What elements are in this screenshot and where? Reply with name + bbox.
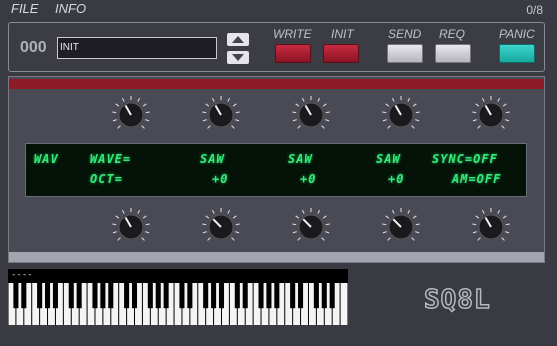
- knob-icon: [292, 208, 330, 241]
- knob-icon: [202, 96, 240, 129]
- knob-bottom-2[interactable]: [201, 207, 241, 247]
- req-label: REQ: [439, 27, 466, 41]
- patch-up-button[interactable]: [227, 33, 249, 46]
- patch-name-field[interactable]: INIT: [57, 37, 217, 59]
- init-label: INIT: [331, 27, 354, 41]
- panel-bottom-bar: [9, 252, 544, 262]
- white-key[interactable]: [340, 283, 348, 325]
- keyboard-status: ----: [8, 269, 348, 283]
- black-key[interactable]: [52, 283, 58, 309]
- knob-icon: [112, 96, 150, 129]
- panic-button[interactable]: [499, 44, 535, 63]
- lcd-oct-3: +0: [388, 172, 405, 186]
- black-key[interactable]: [258, 283, 264, 309]
- black-key[interactable]: [37, 283, 43, 309]
- black-key[interactable]: [290, 283, 296, 309]
- black-key[interactable]: [321, 283, 327, 309]
- black-key[interactable]: [218, 283, 225, 309]
- lcd-oct-label: OCT=: [90, 172, 123, 186]
- lcd-oct-2: +0: [300, 172, 317, 186]
- knob-icon: [202, 208, 240, 241]
- knob-top-2[interactable]: [201, 95, 241, 135]
- req-button[interactable]: [435, 44, 471, 63]
- patch-down-button[interactable]: [227, 51, 249, 64]
- knob-top-4[interactable]: [381, 95, 421, 135]
- black-key[interactable]: [179, 283, 185, 309]
- black-key[interactable]: [234, 283, 240, 309]
- send-label: SEND: [388, 27, 422, 41]
- lcd-wave-label: WAVE=: [90, 152, 132, 166]
- black-key[interactable]: [203, 283, 209, 309]
- black-key[interactable]: [45, 283, 51, 309]
- black-key[interactable]: [211, 283, 217, 309]
- page-indicator: 0/8: [526, 3, 543, 17]
- knob-top-3[interactable]: [291, 95, 331, 135]
- arrow-up-icon: [232, 36, 244, 43]
- knob-icon: [472, 208, 510, 241]
- menu-info[interactable]: INFO: [55, 1, 86, 16]
- parameter-panel: WAV WAVE= SAW SAW SAW SYNC=OFF OCT= +0 +…: [8, 76, 545, 263]
- arrow-down-icon: [232, 54, 244, 61]
- logo-text: SQ8L: [424, 286, 491, 314]
- init-button[interactable]: [323, 44, 359, 63]
- knob-bottom-5[interactable]: [471, 207, 511, 247]
- knob-icon: [382, 96, 420, 129]
- lcd-wave-1: SAW: [200, 152, 225, 166]
- black-key[interactable]: [100, 283, 106, 309]
- black-key[interactable]: [124, 283, 130, 309]
- knob-icon: [382, 208, 420, 241]
- knob-bottom-1[interactable]: [111, 207, 151, 247]
- black-key[interactable]: [76, 283, 82, 309]
- black-key[interactable]: [163, 283, 169, 309]
- knob-icon: [472, 96, 510, 129]
- black-key[interactable]: [68, 283, 74, 309]
- lcd-sync: SYNC=OFF: [432, 152, 498, 166]
- black-key[interactable]: [274, 283, 280, 309]
- panic-label: PANIC: [499, 27, 535, 41]
- black-key[interactable]: [187, 283, 193, 309]
- black-key[interactable]: [92, 283, 98, 309]
- lcd-display: WAV WAVE= SAW SAW SAW SYNC=OFF OCT= +0 +…: [25, 143, 527, 197]
- write-label: WRITE: [273, 27, 312, 41]
- lcd-am: AM=OFF: [452, 172, 502, 186]
- black-key[interactable]: [242, 283, 248, 309]
- panel-top-bar: [9, 79, 544, 89]
- menu-file[interactable]: FILE: [11, 1, 38, 16]
- piano-keyboard[interactable]: [8, 283, 348, 325]
- patch-panel: 000 INIT WRITE INIT SEND REQ PANIC: [8, 22, 545, 72]
- lcd-wave-3: SAW: [376, 152, 401, 166]
- lcd-page-label: WAV: [34, 152, 59, 166]
- black-key[interactable]: [313, 283, 319, 309]
- black-key[interactable]: [298, 283, 304, 309]
- black-key[interactable]: [147, 283, 153, 309]
- sq8l-logo: SQ8L: [424, 286, 491, 314]
- lcd-wave-2: SAW: [288, 152, 313, 166]
- send-button[interactable]: [387, 44, 423, 63]
- black-key[interactable]: [155, 283, 161, 309]
- menubar: FILE INFO 0/8: [0, 0, 557, 18]
- knob-bottom-4[interactable]: [381, 207, 421, 247]
- black-key[interactable]: [329, 283, 335, 309]
- knob-icon: [112, 208, 150, 241]
- knob-bottom-3[interactable]: [291, 207, 331, 247]
- knob-icon: [292, 96, 330, 129]
- black-key[interactable]: [266, 283, 272, 309]
- knob-top-1[interactable]: [111, 95, 151, 135]
- black-key[interactable]: [108, 283, 114, 309]
- black-key[interactable]: [21, 283, 27, 309]
- patch-number: 000: [20, 39, 47, 56]
- black-key[interactable]: [13, 283, 19, 309]
- write-button[interactable]: [275, 44, 311, 63]
- knob-top-5[interactable]: [471, 95, 511, 135]
- black-key[interactable]: [131, 283, 138, 309]
- lcd-oct-1: +0: [212, 172, 229, 186]
